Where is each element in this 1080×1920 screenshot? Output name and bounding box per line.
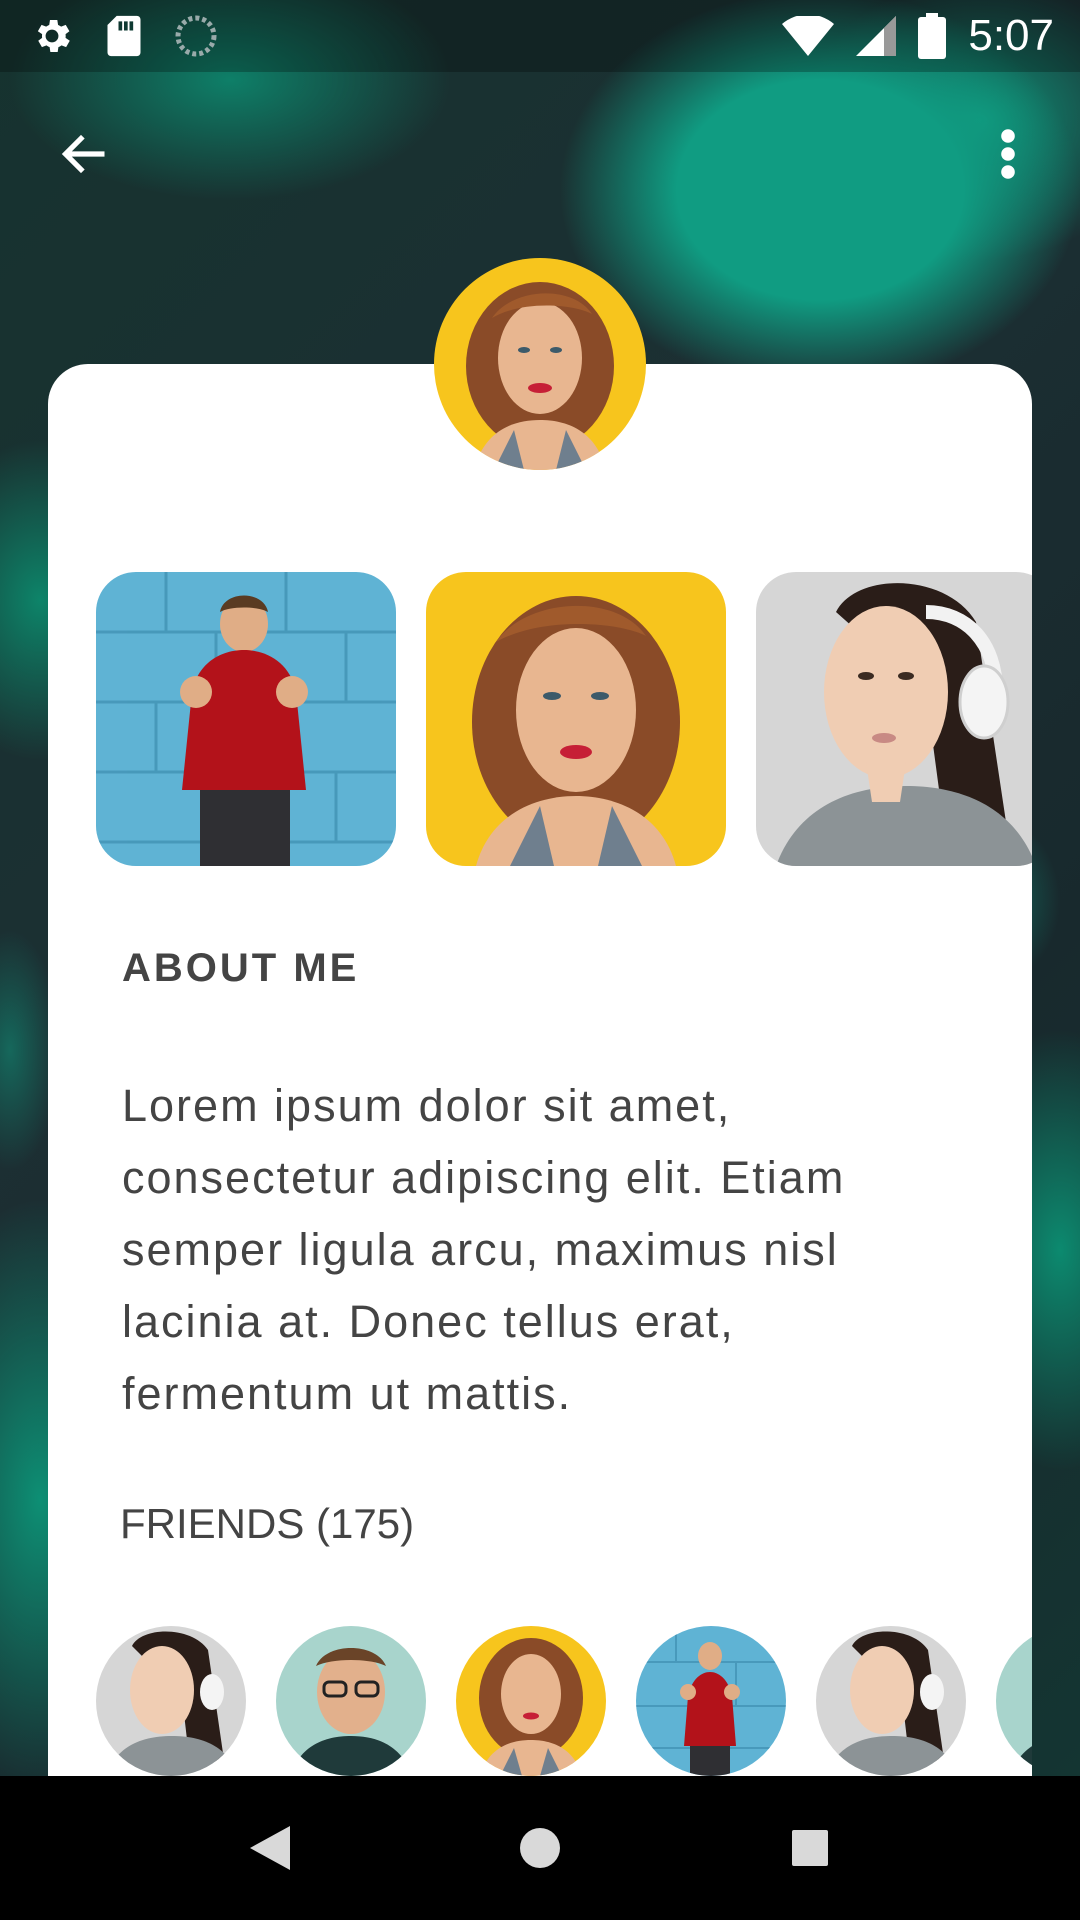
sync-icon [174, 14, 218, 58]
cell-signal-icon [856, 16, 897, 56]
gallery-photo[interactable] [756, 572, 1032, 866]
sd-card-icon [104, 14, 144, 58]
friend-avatar[interactable] [636, 1626, 786, 1776]
more-vert-icon [1000, 128, 1016, 180]
back-triangle-icon [250, 1826, 290, 1870]
nav-home-button[interactable] [504, 1812, 576, 1884]
arrow-back-icon [59, 128, 111, 180]
about-heading: ABOUT ME [122, 946, 360, 990]
friend-avatar[interactable] [816, 1626, 966, 1776]
friends-heading: FRIENDS (175) [120, 1500, 415, 1547]
friend-avatar[interactable] [996, 1626, 1032, 1776]
nav-back-button[interactable] [234, 1812, 306, 1884]
home-circle-icon [518, 1826, 562, 1870]
status-bar: 5:07 [0, 0, 1080, 72]
gallery-photo[interactable] [426, 572, 726, 866]
friend-avatar[interactable] [96, 1626, 246, 1776]
friend-avatar[interactable] [276, 1626, 426, 1776]
back-button[interactable] [40, 116, 130, 192]
photo-gallery[interactable] [96, 572, 1032, 866]
profile-avatar[interactable] [434, 258, 646, 470]
recents-square-icon [790, 1828, 830, 1868]
about-text: Lorem ipsum dolor sit amet, consectetur … [122, 1080, 846, 1419]
nav-recents-button[interactable] [774, 1812, 846, 1884]
profile-card: ABOUT ME Lorem ipsum dolor sit amet, con… [48, 364, 1032, 1776]
gallery-photo[interactable] [96, 572, 396, 866]
battery-icon [918, 13, 947, 59]
wifi-icon [782, 16, 835, 56]
friend-avatar[interactable] [456, 1626, 606, 1776]
navigation-bar [0, 1776, 1080, 1920]
clock: 5:07 [968, 11, 1054, 60]
friends-list[interactable] [96, 1626, 1032, 1776]
more-options-button[interactable] [976, 116, 1040, 192]
settings-icon [30, 14, 74, 58]
